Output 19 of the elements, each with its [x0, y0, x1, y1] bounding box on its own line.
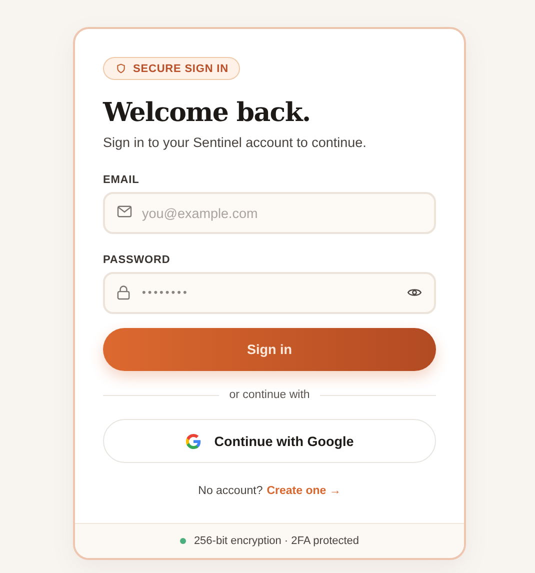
sign-in-button[interactable]: Sign in	[103, 328, 436, 371]
email-field[interactable]: you@example.com	[103, 192, 436, 234]
field-label: EMAIL	[103, 174, 140, 186]
security-note: 256-bit encryption · 2FA protected	[194, 535, 360, 547]
password-field[interactable]: ••••••••	[103, 272, 436, 314]
create-account-link[interactable]: Create one →	[266, 485, 341, 497]
google-button[interactable]: Continue with Google	[103, 419, 436, 463]
signup-prompt: No account?	[198, 485, 263, 497]
envelope-icon	[117, 205, 132, 218]
subtitle: Sign in to your Sentinel account to continue.	[103, 135, 368, 150]
eye-icon[interactable]	[407, 287, 422, 298]
divider-text: or continue with	[229, 389, 310, 401]
heading: Welcome back.	[103, 97, 312, 130]
badge-label: SECURE SIGN IN	[133, 62, 228, 74]
status-dot	[180, 538, 186, 544]
google-icon	[185, 432, 202, 450]
shield-icon	[116, 63, 126, 74]
field-label: PASSWORD	[103, 254, 172, 266]
lock-icon	[117, 285, 130, 300]
